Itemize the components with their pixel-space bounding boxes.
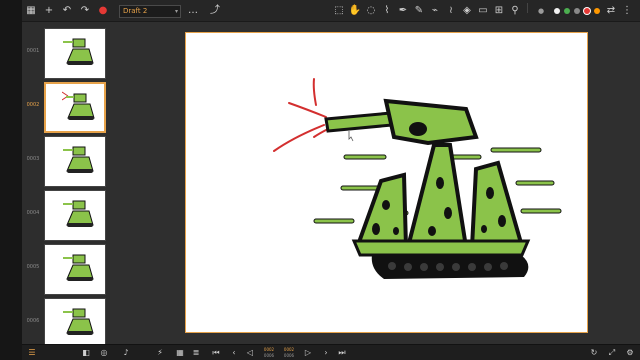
range-frame-counter: 0002 0006: [280, 347, 298, 359]
color-swatch-white[interactable]: [554, 8, 560, 14]
frame-item-active[interactable]: 0002: [22, 80, 110, 134]
record-icon[interactable]: ●: [96, 4, 110, 18]
frame-item[interactable]: 0003: [22, 134, 110, 188]
menu-icon[interactable]: ⋮: [620, 4, 634, 18]
frame-thumbnail[interactable]: [44, 82, 106, 133]
more-icon[interactable]: …: [186, 4, 200, 18]
thumbnail-tank-drawing: [62, 91, 95, 120]
settings-icon[interactable]: ⚙: [624, 347, 636, 359]
thumbnail-tank-drawing: [63, 308, 94, 335]
drawing-canvas[interactable]: [185, 32, 588, 333]
tank-right-armor: [469, 160, 524, 250]
flip-icon[interactable]: ⇄: [604, 4, 618, 18]
play-icon[interactable]: ▷: [302, 347, 314, 359]
last-frame-icon[interactable]: ⏭: [336, 347, 348, 359]
pen-icon[interactable]: ✒: [396, 4, 410, 18]
thumbnail-tank-drawing: [63, 254, 94, 281]
onion-icon[interactable]: ◎: [98, 347, 110, 359]
lasso-icon[interactable]: ◌: [364, 4, 378, 18]
redo-icon[interactable]: ↷: [78, 4, 92, 18]
color-swatch-red[interactable]: [584, 8, 590, 14]
frame-item[interactable]: 0006: [22, 296, 110, 350]
audio-icon[interactable]: ♪: [120, 347, 132, 359]
red-stroke: [313, 128, 329, 138]
eraser-icon[interactable]: ▭: [476, 4, 490, 18]
tank-tower: [405, 143, 469, 249]
grid-view-icon[interactable]: ▦: [174, 347, 186, 359]
camera-icon[interactable]: ◧: [80, 347, 92, 359]
grid-icon[interactable]: ▦: [24, 4, 38, 18]
brush-icon[interactable]: ⌇: [380, 4, 394, 18]
color-swatch-orange[interactable]: [594, 8, 600, 14]
frame-thumbnail[interactable]: [44, 28, 106, 79]
frame-number: 0005: [26, 264, 40, 270]
fullscreen-icon[interactable]: ⤢: [606, 347, 618, 359]
frames-sidebar: 0001 0002 0003 0004 0005 0006: [22, 22, 110, 349]
frame-number: 0003: [26, 156, 40, 162]
total-frames-value: 0006: [263, 353, 275, 358]
pointer-cursor: [348, 131, 354, 142]
red-stroke: [273, 124, 325, 152]
thumbnail-tank-drawing: [63, 146, 94, 173]
frame-number: 0001: [26, 48, 40, 54]
tank-hull: [351, 239, 531, 257]
frame-item[interactable]: 0004: [22, 188, 110, 242]
tank-turret: [383, 98, 479, 146]
undo-icon[interactable]: ↶: [60, 4, 74, 18]
frame-item[interactable]: 0005: [22, 242, 110, 296]
turret-hatch: [409, 122, 427, 136]
smudge-icon[interactable]: ≀: [444, 4, 458, 18]
frame-thumbnail[interactable]: [44, 190, 106, 241]
frame-thumbnail[interactable]: [44, 136, 106, 187]
current-frame-counter: 0002 0006: [260, 347, 278, 359]
animation-app: ▦ + ↶ ↷ ● Draft 2 ▾ … ⤴ ⬚ ✋ ◌ ⌇ ✒ ✎ ⌁ ≀ …: [0, 0, 640, 360]
red-stroke: [312, 78, 317, 106]
bottom-timeline-bar: ☰ ◧ ◎ ♪ ⚡ ▦ ≣ ⏮ ‹ ◁ 0002 0006 0002 0006 …: [22, 344, 640, 360]
top-toolbar: ▦ + ↶ ↷ ● Draft 2 ▾ … ⤴ ⬚ ✋ ◌ ⌇ ✒ ✎ ⌁ ≀ …: [22, 0, 640, 22]
thumbnail-tank-drawing: [63, 38, 94, 65]
color-swatch-green[interactable]: [564, 8, 570, 14]
canvas-area: [110, 22, 640, 344]
select-icon[interactable]: ⬚: [332, 4, 346, 18]
pencil-icon[interactable]: ✎: [412, 4, 426, 18]
add-icon[interactable]: +: [42, 4, 56, 18]
fill-icon[interactable]: ◈: [460, 4, 474, 18]
loop-icon[interactable]: ↻: [588, 347, 600, 359]
next-frame-icon[interactable]: ›: [320, 347, 332, 359]
list-view-icon[interactable]: ≣: [190, 347, 202, 359]
frame-number: 0004: [26, 210, 40, 216]
color-swatch-gray[interactable]: [574, 8, 580, 14]
frame-thumbnail[interactable]: [44, 244, 106, 295]
prev-frame-icon[interactable]: ◁: [244, 347, 256, 359]
first-frame-icon[interactable]: ⏮: [210, 347, 222, 359]
scene-name: Draft 2: [123, 7, 148, 15]
chevron-down-icon: ▾: [174, 8, 178, 15]
frame-rate-icon[interactable]: ⚡: [154, 347, 166, 359]
frame-thumbnail[interactable]: [44, 298, 106, 349]
shape-icon[interactable]: ⊞: [492, 4, 506, 18]
export-icon[interactable]: ⤴: [208, 4, 222, 18]
scene-name-field[interactable]: Draft 2 ▾: [119, 5, 181, 18]
range-end-value: 0006: [283, 353, 295, 358]
frame-number: 0006: [26, 318, 40, 324]
layers-icon[interactable]: ☰: [26, 347, 38, 359]
tank-barrel: [324, 111, 394, 133]
red-stroke: [288, 102, 327, 118]
frame-number: 0002: [26, 102, 40, 108]
prev-keyframe-icon[interactable]: ‹: [228, 347, 240, 359]
thumbnail-tank-drawing: [63, 200, 94, 227]
brush-size-icon[interactable]: ●: [534, 4, 548, 18]
marker-icon[interactable]: ⌁: [428, 4, 442, 18]
frame-item[interactable]: 0001: [22, 26, 110, 80]
eyedropper-icon[interactable]: ⚲: [508, 4, 522, 18]
tank-drawing: [273, 78, 562, 279]
hand-icon[interactable]: ✋: [348, 4, 362, 18]
left-edge-panel: [0, 0, 22, 360]
